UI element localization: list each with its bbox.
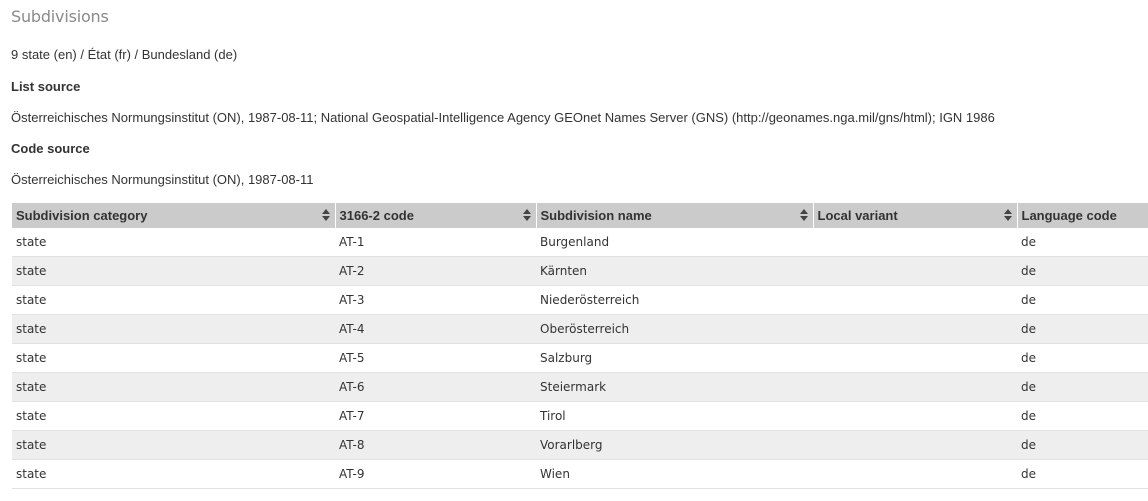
cell-category: state (12, 228, 335, 257)
cell-local-variant (813, 285, 1017, 315)
table-row: state AT-6 Steiermark de (12, 372, 1148, 402)
cell-local-variant (813, 256, 1017, 286)
column-header-label: Subdivision name (540, 208, 652, 223)
list-source-text: Österreichisches Normungsinstitut (ON), … (11, 110, 995, 125)
cell-category: state (12, 430, 335, 460)
cell-name: Wien (536, 459, 813, 489)
cell-language: de (1017, 372, 1148, 402)
table-row: state AT-9 Wien de (12, 459, 1148, 489)
cell-name: Vorarlberg (536, 430, 813, 460)
cell-language: de (1017, 228, 1148, 257)
cell-language: de (1017, 256, 1148, 286)
cell-category: state (12, 285, 335, 315)
column-header-code[interactable]: 3166-2 code (335, 203, 537, 228)
table-row: state AT-3 Niederösterreich de (12, 285, 1148, 315)
list-source-heading: List source (11, 79, 81, 94)
table-row: state AT-5 Salzburg de (12, 343, 1148, 373)
cell-category: state (12, 459, 335, 489)
table-header-row: Subdivision category 3166-2 code Subdivi… (12, 203, 1148, 228)
cell-language: de (1017, 430, 1148, 460)
cell-category: state (12, 401, 335, 431)
cell-category: state (12, 372, 335, 402)
cell-category: state (12, 314, 335, 344)
code-source-heading: Code source (11, 141, 90, 156)
cell-code: AT-7 (335, 401, 536, 431)
column-header-label: Local variant (817, 208, 898, 223)
column-header-label: Language code (1021, 208, 1117, 223)
table-row: state AT-8 Vorarlberg de (12, 430, 1148, 460)
code-source-text: Österreichisches Normungsinstitut (ON), … (11, 172, 314, 187)
cell-name: Oberösterreich (536, 314, 813, 344)
cell-name: Salzburg (536, 343, 813, 373)
cell-code: AT-5 (335, 343, 536, 373)
cell-language: de (1017, 343, 1148, 373)
column-header-subdivision-category[interactable]: Subdivision category (12, 203, 336, 228)
cell-code: AT-2 (335, 256, 536, 286)
column-header-label: Subdivision category (16, 208, 148, 223)
cell-code: AT-9 (335, 459, 536, 489)
cell-local-variant (813, 401, 1017, 431)
cell-name: Niederösterreich (536, 285, 813, 315)
cell-name: Steiermark (536, 372, 813, 402)
sort-icon[interactable] (522, 209, 531, 222)
cell-category: state (12, 343, 335, 373)
cell-local-variant (813, 372, 1017, 402)
cell-name: Kärnten (536, 256, 813, 286)
column-header-language-code[interactable]: Language code (1017, 203, 1148, 228)
table-row: state AT-4 Oberösterreich de (12, 314, 1148, 344)
cell-local-variant (813, 430, 1017, 460)
table-row: state AT-7 Tirol de (12, 401, 1148, 431)
cell-local-variant (813, 228, 1017, 257)
cell-local-variant (813, 314, 1017, 344)
cell-local-variant (813, 459, 1017, 489)
cell-language: de (1017, 459, 1148, 489)
subdivisions-table: Subdivision category 3166-2 code Subdivi… (12, 203, 1148, 489)
sort-icon[interactable] (799, 209, 808, 222)
cell-code: AT-4 (335, 314, 536, 344)
cell-name: Burgenland (536, 228, 813, 257)
cell-code: AT-6 (335, 372, 536, 402)
section-title: Subdivisions (11, 7, 109, 26)
cell-local-variant (813, 343, 1017, 373)
cell-language: de (1017, 314, 1148, 344)
sort-icon[interactable] (1003, 209, 1012, 222)
cell-name: Tirol (536, 401, 813, 431)
column-header-subdivision-name[interactable]: Subdivision name (536, 203, 814, 228)
cell-code: AT-8 (335, 430, 536, 460)
subdivision-summary: 9 state (en) / État (fr) / Bundesland (d… (11, 47, 238, 62)
table-row: state AT-2 Kärnten de (12, 256, 1148, 286)
cell-language: de (1017, 285, 1148, 315)
column-header-label: 3166-2 code (339, 208, 414, 223)
cell-code: AT-3 (335, 285, 536, 315)
cell-category: state (12, 256, 335, 286)
sort-icon[interactable] (321, 209, 330, 222)
cell-code: AT-1 (335, 228, 536, 257)
cell-language: de (1017, 401, 1148, 431)
column-header-local-variant[interactable]: Local variant (813, 203, 1018, 228)
table-row: state AT-1 Burgenland de (12, 228, 1148, 257)
